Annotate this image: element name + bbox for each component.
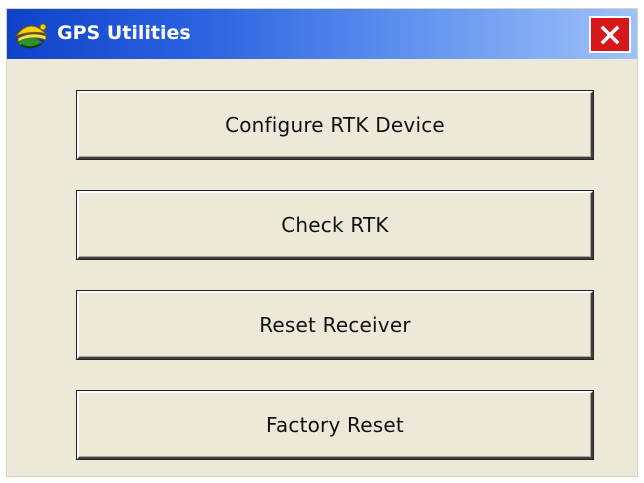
close-icon xyxy=(600,25,620,44)
check-rtk-button[interactable]: Check RTK xyxy=(77,191,593,259)
configure-rtk-device-button[interactable]: Configure RTK Device xyxy=(77,91,593,159)
factory-reset-button[interactable]: Factory Reset xyxy=(77,391,593,459)
title-bar: GPS Utilities xyxy=(7,9,637,59)
gps-helmet-icon xyxy=(13,19,51,51)
window-title: GPS Utilities xyxy=(57,22,191,44)
gps-utilities-window: GPS Utilities Configure RTK Device Check… xyxy=(6,8,638,477)
close-button[interactable] xyxy=(589,16,631,53)
reset-receiver-button[interactable]: Reset Receiver xyxy=(77,291,593,359)
